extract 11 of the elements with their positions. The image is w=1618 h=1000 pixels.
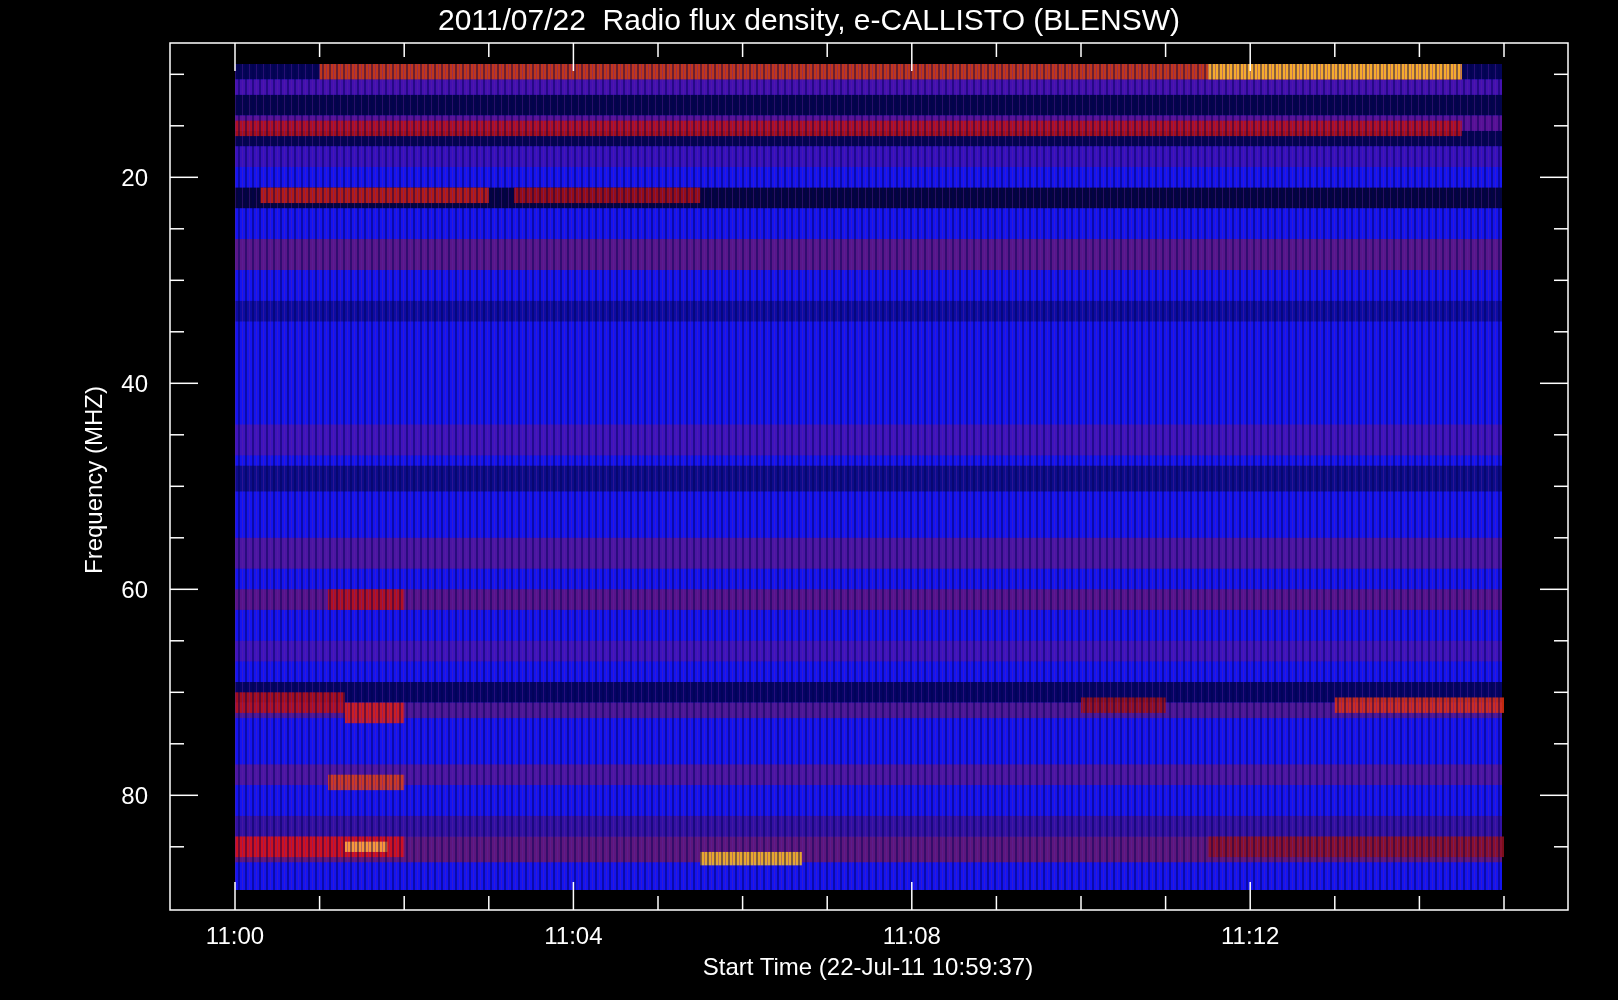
x-tick-label: 11:00 (205, 922, 265, 949)
chart-title: 2011/07/22 Radio flux density, e-CALLISTO (BLENSW) (438, 3, 1180, 36)
y-axis-label: Frequency (MHZ) (80, 386, 107, 574)
x-tick-label: 11:12 (1221, 922, 1280, 949)
y-tick-label: 80 (121, 782, 148, 810)
x-tick-label: 11:08 (882, 922, 941, 949)
y-tick-label: 40 (121, 370, 148, 398)
y-tick-label: 60 (121, 576, 148, 604)
y-tick-label: 20 (121, 164, 148, 192)
x-tick-label: 11:04 (544, 922, 603, 949)
x-axis-label: Start Time (22-Jul-11 10:59:37) (702, 953, 1034, 980)
